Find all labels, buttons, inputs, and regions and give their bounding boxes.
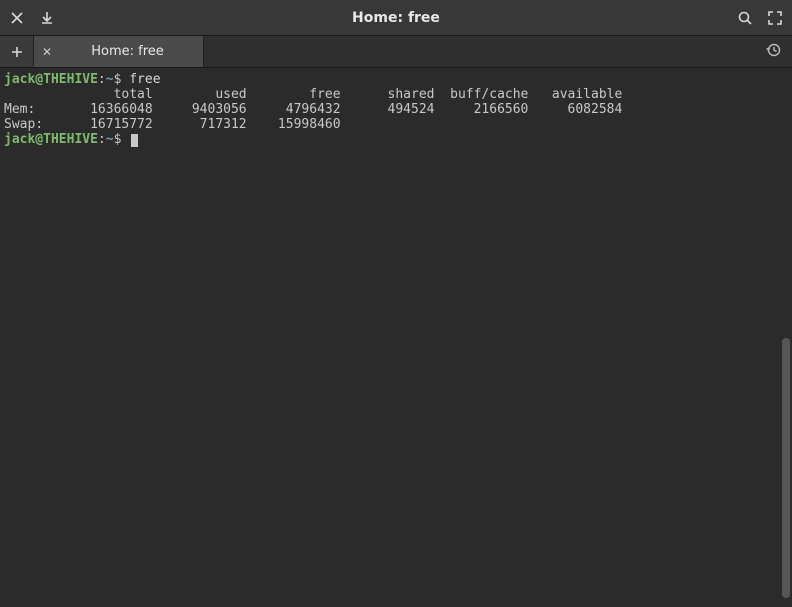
download-icon[interactable] (38, 9, 56, 27)
prompt-sep-2: : (98, 132, 106, 147)
prompt-sep: : (98, 72, 106, 87)
terminal[interactable]: jack@THEHIVE:~$ free total used free sha… (0, 68, 792, 607)
output-mem: Mem: 16366048 9403056 4796432 494524 216… (4, 102, 622, 117)
window-title: Home: free (68, 10, 724, 26)
prompt-user-2: jack@THEHIVE (4, 132, 98, 147)
tab-label: Home: free (62, 44, 193, 59)
prompt-path-2: ~ (106, 132, 114, 147)
close-icon[interactable] (8, 9, 26, 27)
titlebar-left (8, 9, 56, 27)
history-icon[interactable] (766, 42, 782, 62)
search-icon[interactable] (736, 9, 754, 27)
prompt-user: jack@THEHIVE (4, 72, 98, 87)
command: free (129, 72, 160, 87)
tabbar-rest (204, 36, 792, 67)
tab-close-icon[interactable]: ✕ (42, 46, 52, 58)
prompt-dollar: $ (114, 72, 122, 87)
tabbar: ✕ Home: free (0, 36, 792, 68)
scrollbar[interactable] (782, 338, 790, 598)
prompt-path: ~ (106, 72, 114, 87)
output-swap: Swap: 16715772 717312 15998460 (4, 117, 341, 132)
titlebar: Home: free (0, 0, 792, 36)
cursor (131, 134, 138, 147)
prompt-dollar-2: $ (114, 132, 122, 147)
titlebar-right (736, 9, 784, 27)
expand-icon[interactable] (766, 9, 784, 27)
tab-home-free[interactable]: ✕ Home: free (34, 36, 204, 67)
new-tab-button[interactable] (0, 36, 34, 67)
output-header: total used free shared buff/cache availa… (4, 87, 622, 102)
